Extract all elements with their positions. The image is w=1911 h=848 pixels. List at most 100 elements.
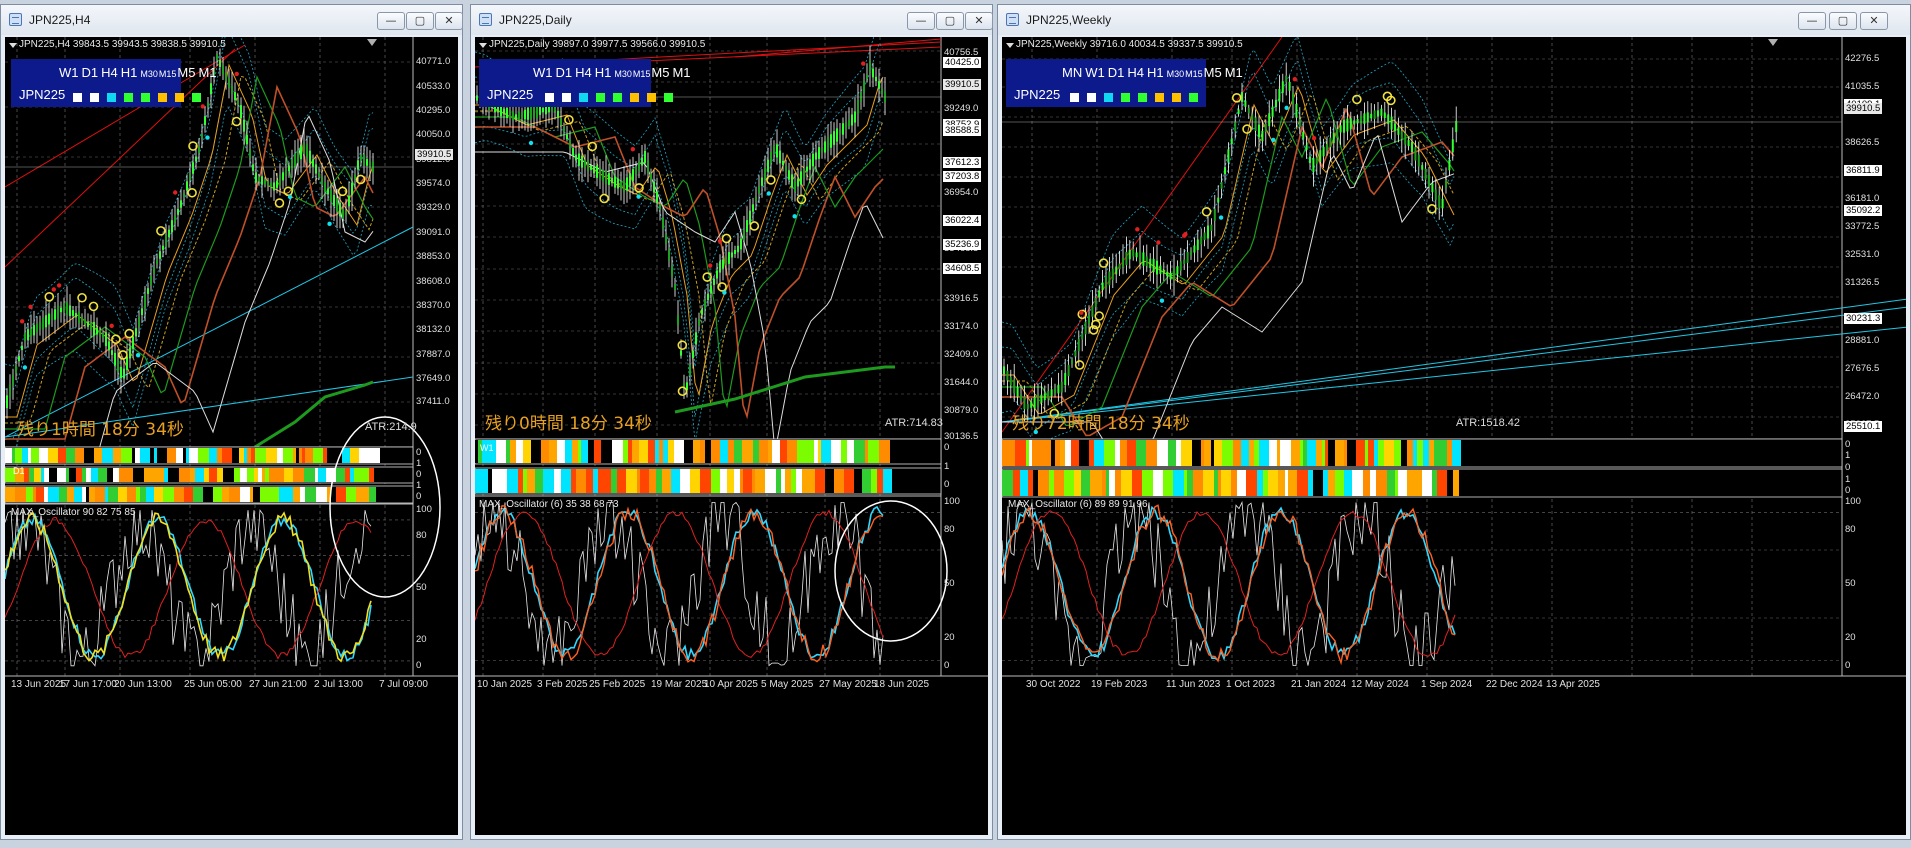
bar-segment [554,469,561,493]
timeframe-panel[interactable]: MN W1 D1 H4 H1 M30M15M5 M1 JPN225 [1006,59,1243,107]
title-bar[interactable]: JPN225,Weekly — ▢ ✕ [998,5,1910,35]
tf-label[interactable]: M30 [1167,69,1185,79]
timeframe-panel[interactable]: W1 D1 H4 H1 M30M15M5 M1 JPN225 [479,59,691,107]
bar-segment [154,487,163,502]
tf-label[interactable]: W1 [1085,65,1105,80]
bar-segment [5,448,12,463]
chart-area[interactable]: JPN225,Weekly 39716.0 40034.5 39337.5 39… [1002,37,1906,835]
tf-status-square [90,93,99,102]
bar-segment [1214,470,1218,496]
bar-segment [1370,470,1376,496]
bar-segment [1054,470,1064,496]
tf-label[interactable]: D1 [556,65,573,80]
title-bar[interactable]: JPN225,Daily — ▢ ✕ [471,5,993,35]
chart-area[interactable]: JPN225,Daily 39897.0 39977.5 39566.0 399… [475,37,988,835]
tf-label[interactable]: H1 [595,65,612,80]
candle-body [1186,251,1189,264]
bar-segment [557,440,565,463]
bar-segment [825,469,834,493]
bar-segment [1047,440,1051,466]
tf-label[interactable]: M1 [1225,65,1243,80]
price-scale-label: 32531.0 [1845,249,1880,260]
tf-label[interactable]: M5 [177,65,195,80]
minimize-button[interactable]: — [907,12,935,30]
candle-body [156,260,158,265]
close-button[interactable]: ✕ [1860,12,1888,30]
bar-scale-label: 0 [1845,462,1851,473]
tf-label[interactable]: H1 [121,65,138,80]
candle-body [1135,252,1138,258]
timeframe-panel[interactable]: W1 D1 H4 H1 M30M15M5 M1 JPN225 [11,59,217,107]
bar-segment [831,440,841,463]
candle-body [1356,118,1359,124]
tf-label[interactable]: M5 [1204,65,1222,80]
bar-timer-text: 残り0時間 18分 34秒 [485,414,652,434]
close-button[interactable]: ✕ [435,12,463,30]
tf-label[interactable]: W1 [59,65,79,80]
chart-window-weekly[interactable]: JPN225,Weekly — ▢ ✕ JPN225,Weekly 39716.… [997,4,1911,840]
candle-body [674,283,676,291]
tf-label[interactable]: D1 [82,65,99,80]
tf-label[interactable]: H1 [1147,65,1164,80]
chart-area[interactable]: JPN225,H4 39843.5 39943.5 39838.5 39910.… [5,37,458,835]
price-chart[interactable] [475,37,988,835]
price-scale-label: 30879.0 [944,405,979,416]
chart-menu-icon[interactable] [9,43,17,48]
chart-window-daily[interactable]: JPN225,Daily — ▢ ✕ JPN225,Daily 39897.0 … [470,4,993,840]
tf-label[interactable]: M30 [614,69,632,79]
tf-label[interactable]: M5 [651,65,669,80]
tf-label[interactable]: M1 [672,65,690,80]
minimize-button[interactable]: — [377,12,405,30]
bar-scale-label: 0 [944,442,950,454]
tf-label[interactable]: M1 [198,65,216,80]
tf-label[interactable]: H4 [101,65,118,80]
candle-body [180,200,182,208]
candle-body [231,85,233,94]
maximize-button[interactable]: ▢ [1829,12,1857,30]
signal-circle [111,334,121,345]
tf-label[interactable]: W1 [533,65,553,80]
tf-label[interactable]: M30 [140,69,158,79]
close-button[interactable]: ✕ [965,12,993,30]
signal-circle [599,193,609,204]
candle-body [506,107,508,119]
bar-scale-label: 0 [1845,485,1851,497]
candle-body [572,148,574,156]
price-chart[interactable] [1002,37,1906,835]
chart-window-h4[interactable]: JPN225,H4 — ▢ ✕ JPN225,H4 39843.5 39943.… [0,4,463,840]
bar-segment [168,468,179,482]
candle-body [1071,359,1073,365]
price-tag: 36811.9 [1844,165,1882,176]
signal-dot-red [51,287,56,292]
chart-menu-icon[interactable] [479,43,487,48]
bar-segment [179,468,190,482]
tf-label[interactable]: M15 [633,69,651,79]
maximize-button[interactable]: ▢ [406,12,434,30]
tf-label[interactable]: M15 [159,69,177,79]
tf-label[interactable]: MN [1062,65,1082,80]
maximize-button[interactable]: ▢ [936,12,964,30]
tf-label[interactable]: M15 [1185,69,1203,79]
bar-segment [507,469,518,493]
bar-segment [284,468,293,482]
tf-label[interactable]: D1 [1108,65,1125,80]
bar-segment [186,448,189,463]
candle-body [1224,167,1226,175]
price-scale-label: 42276.5 [1845,53,1880,64]
tf-label[interactable]: H4 [575,65,592,80]
signal-circle [1074,360,1085,370]
bar-segment [154,468,164,482]
chart-menu-icon[interactable] [1006,43,1014,48]
bar-segment [253,487,260,502]
chart-shift-icon[interactable] [1768,39,1778,46]
title-bar[interactable]: JPN225,H4 — ▢ ✕ [1,5,463,35]
time-axis-label: 27 Jun 21:00 [249,679,307,690]
tf-label[interactable]: H4 [1127,65,1144,80]
signal-circle [1094,311,1105,321]
tf-status-square [596,93,605,102]
chart-shift-icon[interactable] [367,39,377,46]
candle-body [638,161,640,171]
bar-segment [140,487,146,502]
minimize-button[interactable]: — [1798,12,1826,30]
bar-segment [1432,470,1437,496]
